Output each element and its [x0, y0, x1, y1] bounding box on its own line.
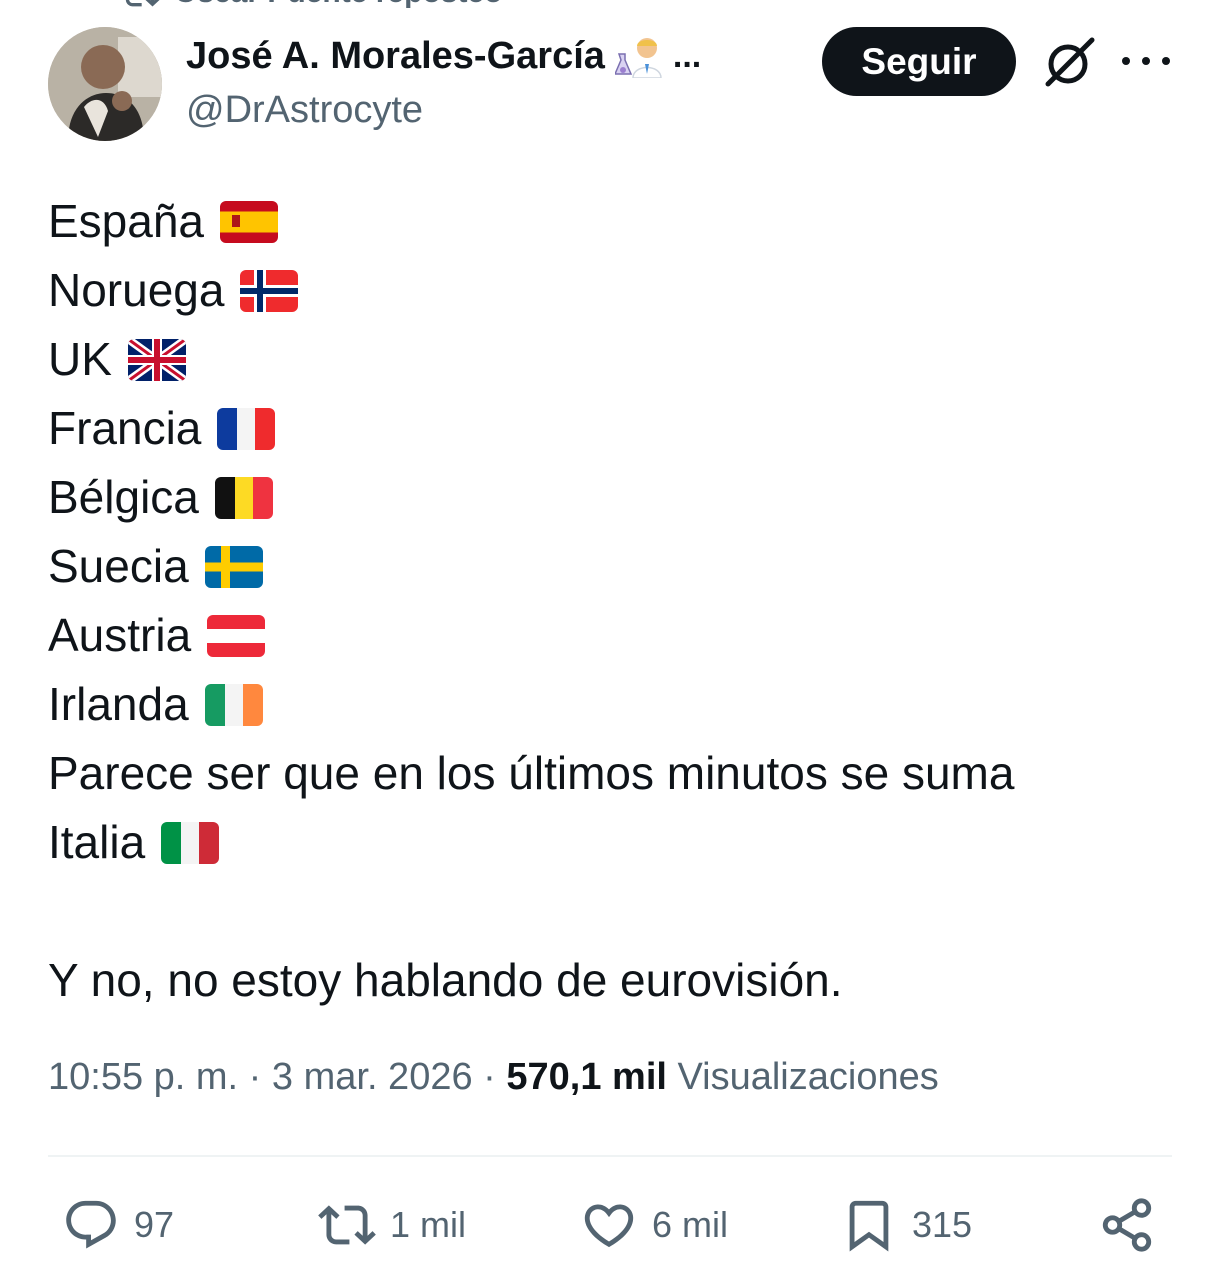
tweet-text: España Noruega UK Francia Bélgica Suecia	[48, 187, 1178, 1015]
closing-text: Y no, no estoy hablando de eurovisión.	[48, 954, 843, 1006]
country-line: Austria	[48, 601, 1178, 670]
spain-flag-icon	[220, 200, 279, 243]
country-label: Irlanda	[48, 678, 189, 730]
tweet-date[interactable]: 3 mar. 2026	[272, 1056, 473, 1098]
uk-flag-icon	[127, 338, 186, 381]
divider	[48, 1155, 1172, 1157]
action-bar: 97 1 mil 6 mil 315	[48, 1190, 1172, 1260]
bookmark-icon	[849, 1200, 889, 1252]
repost-indicator[interactable]: Oscar Puente reposteó	[120, 0, 502, 10]
france-flag-icon	[217, 407, 276, 450]
author-name-text: José A. Morales-García	[186, 34, 605, 77]
bookmark-count: 315	[912, 1204, 973, 1245]
italy-flag-icon	[161, 821, 220, 864]
meta-separator: ·	[238, 1056, 272, 1098]
repost-icon	[125, 0, 160, 7]
note-text: Parece ser que en los últimos minutos se…	[48, 747, 1015, 799]
country-label: Austria	[48, 609, 192, 661]
avatar[interactable]	[48, 27, 162, 141]
norway-flag-icon	[240, 269, 299, 312]
tweet-closing: Y no, no estoy hablando de eurovisión.	[48, 946, 1178, 1015]
more-options-icon[interactable]	[1122, 46, 1170, 76]
country-label: Italia	[48, 816, 146, 868]
country-line: Irlanda	[48, 670, 1178, 739]
sweden-flag-icon	[204, 545, 263, 588]
ireland-flag-icon	[204, 683, 263, 726]
name-truncation: ...	[672, 36, 702, 75]
country-label: Suecia	[48, 540, 189, 592]
country-line: Italia	[48, 808, 1178, 877]
like-count: 6 mil	[652, 1204, 729, 1245]
like-button[interactable]: 6 mil	[580, 1190, 728, 1260]
repost-text: Oscar Puente reposteó	[174, 0, 502, 10]
views-count[interactable]: 570,1 mil	[506, 1056, 667, 1098]
repost-count: 1 mil	[390, 1204, 467, 1245]
bookmark-button[interactable]: 315	[840, 1190, 972, 1260]
country-label: Noruega	[48, 264, 225, 316]
reply-button[interactable]: 97	[62, 1190, 174, 1260]
share-button[interactable]	[1098, 1190, 1156, 1260]
country-line: Noruega	[48, 256, 1178, 325]
tweet-meta: 10:55 p. m. · 3 mar. 2026 · 570,1 mil Vi…	[48, 1056, 939, 1099]
reply-count: 97	[134, 1204, 175, 1245]
country-line: UK	[48, 325, 1178, 394]
scientist-emoji-icon	[613, 34, 663, 79]
heart-icon	[584, 1204, 634, 1248]
author-name[interactable]: José A. Morales-García ...	[186, 34, 702, 79]
country-label: Bélgica	[48, 471, 199, 523]
author-handle[interactable]: @DrAstrocyte	[186, 89, 423, 132]
follow-button[interactable]: Seguir	[822, 27, 1016, 96]
country-label: UK	[48, 333, 112, 385]
repost-button[interactable]: 1 mil	[318, 1190, 466, 1260]
meta-separator: ·	[472, 1056, 507, 1098]
reply-icon	[66, 1200, 116, 1249]
country-line: Suecia	[48, 532, 1178, 601]
share-icon	[1102, 1198, 1152, 1252]
country-label: España	[48, 195, 205, 247]
views-label: Visualizaciones	[666, 1056, 939, 1098]
tweet-time[interactable]: 10:55 p. m.	[48, 1056, 238, 1098]
tweet-note: Parece ser que en los últimos minutos se…	[48, 739, 1178, 808]
grok-icon[interactable]	[1040, 34, 1100, 90]
country-line: Francia	[48, 394, 1178, 463]
country-label: Francia	[48, 402, 202, 454]
repost-icon	[318, 1205, 376, 1245]
country-line: Bélgica	[48, 463, 1178, 532]
austria-flag-icon	[207, 614, 266, 657]
country-line: España	[48, 187, 1178, 256]
belgium-flag-icon	[214, 476, 273, 519]
